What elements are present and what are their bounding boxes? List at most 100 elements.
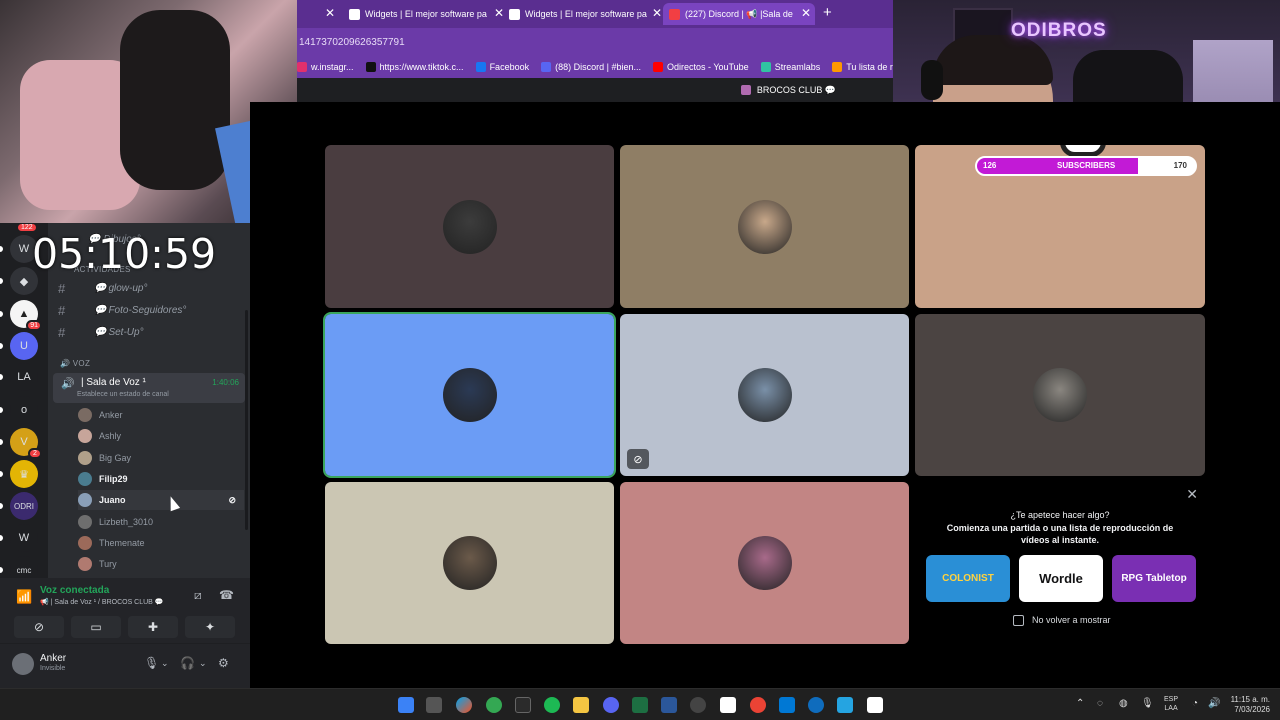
game-card-rpg-tabletop[interactable]: RPG Tabletop — [1112, 555, 1196, 602]
bookmark-item[interactable]: https://www.tiktok.c... — [365, 62, 464, 72]
voice-member[interactable]: Ashly — [78, 426, 121, 446]
activities-button[interactable]: ✚ — [128, 616, 178, 638]
close-icon[interactable]: ✕ — [325, 6, 335, 20]
tab-widgets-2[interactable]: Widgets | El mejor software pa ✕ — [509, 3, 662, 25]
chevron-down-icon[interactable]: ⌄ — [161, 658, 169, 669]
noise-suppression-icon[interactable]: ⧄ — [194, 588, 202, 603]
participant-tile[interactable] — [325, 145, 614, 308]
close-icon[interactable]: ✕ — [652, 6, 662, 20]
channel-foto-seguidores[interactable]: # 💬 Foto-Seguidores° — [58, 301, 186, 319]
game-card-colonist[interactable]: COLONIST — [926, 555, 1010, 602]
notion-icon[interactable] — [720, 697, 736, 713]
voice-connected-title[interactable]: Voz conectada — [40, 585, 109, 596]
game-card-wordle[interactable]: Wordle — [1019, 555, 1103, 602]
network-tray-icon[interactable]: ◍ — [1119, 698, 1128, 709]
voice-channel-status[interactable]: Establece un estado de canal — [77, 391, 169, 398]
avatar — [78, 493, 92, 508]
voice-member[interactable]: Lizbeth_3010 — [78, 512, 153, 532]
server-icon[interactable]: W — [10, 524, 38, 552]
server-icon[interactable]: o — [10, 396, 38, 424]
copilot-icon[interactable] — [456, 697, 472, 713]
voice-member[interactable]: Big Gay — [78, 448, 131, 468]
server-icon[interactable]: LA — [10, 363, 38, 391]
windows-start-icon[interactable] — [398, 697, 414, 713]
unread-indicator — [0, 311, 3, 317]
channel-set-up[interactable]: # 💬 Set-Up° — [58, 323, 144, 341]
participant-tile[interactable] — [325, 482, 614, 644]
category-voz[interactable]: 🔊 VOZ — [60, 359, 90, 368]
server-icon[interactable]: V2 — [10, 428, 42, 459]
tab-widgets-1[interactable]: Widgets | El mejor software pa ✕ — [349, 3, 504, 25]
avatar[interactable] — [12, 653, 34, 675]
bookmark-label: Streamlabs — [774, 62, 821, 72]
participant-tile[interactable] — [323, 312, 616, 478]
sidebar-scrollbar[interactable] — [245, 310, 248, 530]
dont-show-label[interactable]: No volver a mostrar — [1032, 615, 1111, 625]
camera-off-button[interactable]: ⊘ — [14, 616, 64, 638]
taskbar-clock[interactable]: 11:15 a. m. 7/03/2026 — [1228, 695, 1270, 715]
participant-tile[interactable] — [620, 145, 909, 308]
voice-channel[interactable]: 🔊 | Sala de Voz ¹ 1:40:06 Establece un e… — [53, 373, 245, 403]
participant-tile[interactable]: ⊘ — [620, 314, 909, 476]
language-indicator[interactable]: ESP LAA — [1164, 695, 1178, 713]
chevron-up-icon[interactable]: ⌃ — [1076, 698, 1084, 709]
task-view-icon[interactable] — [426, 697, 442, 713]
epic-games-icon[interactable] — [515, 697, 531, 713]
voice-member[interactable]: Themenate — [78, 533, 145, 553]
bookmark-icon — [297, 62, 307, 72]
avatar — [442, 199, 497, 254]
excel-icon[interactable] — [632, 697, 648, 713]
close-icon[interactable]: ✕ — [1186, 486, 1198, 503]
word-icon[interactable] — [661, 697, 677, 713]
file-explorer-icon[interactable] — [573, 697, 589, 713]
bookmark-item[interactable]: Streamlabs — [760, 62, 821, 72]
close-icon[interactable]: ✕ — [801, 6, 811, 20]
bookmark-item[interactable]: (88) Discord | #bien... — [541, 62, 641, 72]
close-icon[interactable]: ✕ — [494, 6, 504, 20]
channel-label: Set-Up° — [108, 326, 144, 338]
server-icon[interactable]: ▲ 91 — [10, 300, 42, 331]
capcut-icon[interactable] — [867, 697, 883, 713]
participant-tile[interactable] — [915, 314, 1205, 476]
headphones-icon[interactable]: 🎧 — [180, 656, 195, 670]
spotify-icon[interactable] — [544, 697, 560, 713]
volume-icon[interactable]: 🔊 — [1208, 698, 1220, 709]
facebook-app-icon[interactable] — [837, 697, 853, 713]
chevron-down-icon[interactable]: ⌄ — [199, 658, 207, 669]
chrome-icon[interactable] — [486, 697, 502, 713]
dont-show-checkbox[interactable] — [1013, 615, 1024, 626]
gear-icon[interactable]: ⚙ — [218, 656, 229, 670]
server-icon[interactable]: U — [10, 332, 38, 360]
voice-member[interactable]: Juano ⊘ — [78, 490, 244, 511]
discord-icon[interactable] — [603, 697, 619, 713]
bookmark-item[interactable]: Odirectos - YouTube — [652, 62, 749, 72]
participant-tile[interactable] — [620, 482, 909, 644]
microphone-tray-icon[interactable]: 🎙 — [1141, 698, 1154, 709]
bookmark-icon — [541, 62, 552, 72]
chrome-profile-icon[interactable] — [750, 697, 766, 713]
tab-discord[interactable]: (227) Discord | 📢 |Sala de ✕ — [663, 3, 815, 25]
edge-icon[interactable] — [808, 697, 824, 713]
new-tab-icon[interactable]: + — [823, 4, 832, 21]
voice-connected-subtitle[interactable]: 📢 | Sala de Voz ¹ / BROCOS CLUB 💬 — [40, 598, 164, 606]
disconnect-icon[interactable]: ☎ — [219, 588, 234, 602]
voice-member[interactable]: Tury — [78, 554, 117, 574]
server-icon[interactable]: ODRI — [10, 492, 38, 520]
channel-glow-up[interactable]: # 💬 glow-up° — [58, 279, 147, 297]
bookmark-item[interactable]: Facebook — [475, 62, 529, 72]
microphone-icon[interactable]: 🎙 — [144, 656, 159, 670]
soundboard-button[interactable]: ✦ — [185, 616, 235, 638]
voice-member[interactable]: Anker — [78, 405, 123, 425]
voice-member[interactable]: Filip29 — [78, 469, 128, 489]
wifi-icon[interactable]: ◔ — [1192, 698, 1198, 709]
obs-icon[interactable] — [690, 697, 706, 713]
user-name[interactable]: Anker — [40, 653, 66, 664]
member-name: Ashly — [99, 431, 122, 442]
participant-tile-stream[interactable]: 126 SUBSCRIBERS 170 — [915, 145, 1205, 308]
screen-share-button[interactable]: ▭ — [71, 616, 121, 638]
muted-icon: ⊘ — [627, 449, 649, 469]
tray-app-icon[interactable]: ◌ — [1097, 698, 1103, 709]
bookmark-item[interactable]: w.instagr... — [297, 62, 354, 72]
server-icon[interactable]: ♛ — [10, 460, 38, 488]
photos-icon[interactable] — [779, 697, 795, 713]
